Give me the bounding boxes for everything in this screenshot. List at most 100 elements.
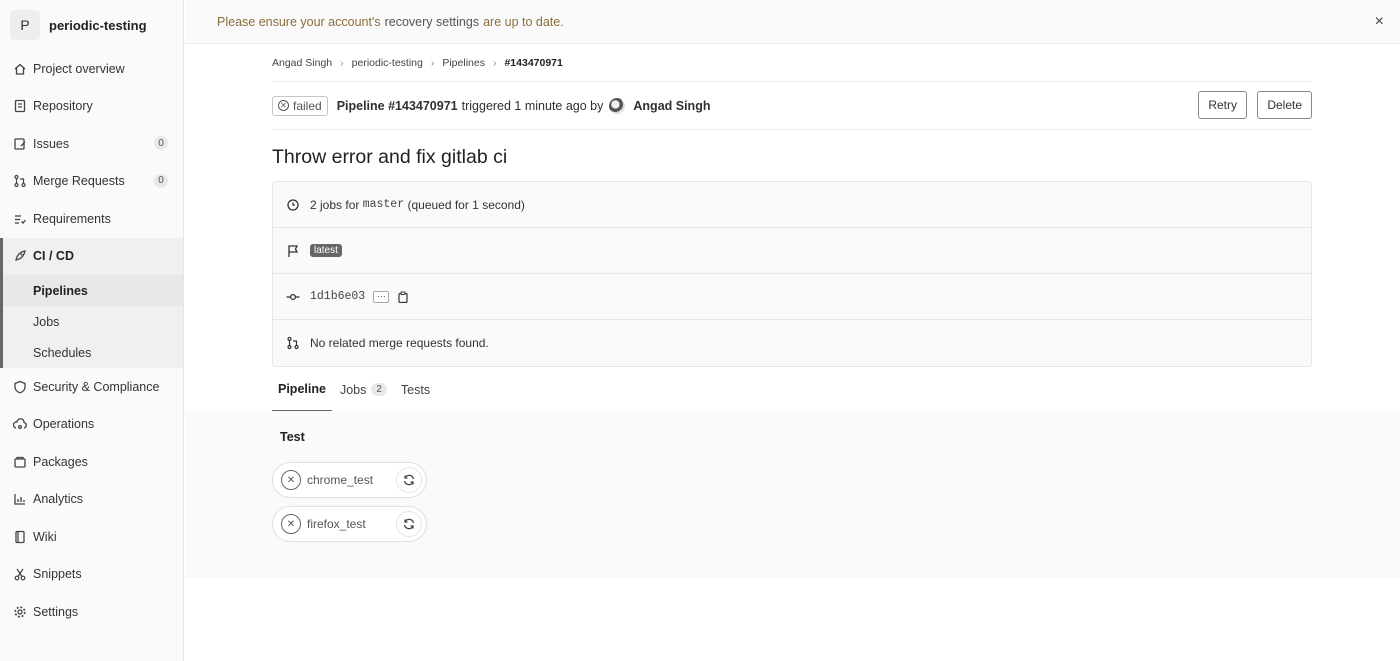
sidebar-item-label: Snippets (33, 567, 82, 582)
retry-button[interactable]: Retry (1198, 91, 1247, 119)
tab-tests[interactable]: Tests (395, 367, 436, 412)
jobs-info-row: 2 jobs for master (queued for 1 second) (273, 182, 1311, 228)
cicd-submenu: Pipelines Jobs Schedules (0, 275, 183, 368)
status-badge[interactable]: ✕ failed (272, 95, 328, 116)
sidebar-item-merge-requests[interactable]: Merge Requests 0 (0, 163, 183, 201)
commit-sha[interactable]: 1d1b6e03 (310, 290, 365, 303)
sidebar-item-label: Analytics (33, 492, 84, 507)
breadcrumb: Angad Singh › periodic-testing › Pipelin… (272, 44, 1312, 82)
tab-pipeline[interactable]: Pipeline (272, 367, 332, 412)
book-icon (13, 99, 27, 113)
failed-status-icon: ✕ (278, 100, 289, 111)
no-merge-requests-text: No related merge requests found. (310, 336, 489, 350)
sidebar-item-snippets[interactable]: Snippets (0, 556, 183, 594)
sidebar-item-label: Settings (33, 604, 79, 619)
job-chrome-test[interactable]: ✕ chrome_test (272, 462, 427, 498)
pipeline-info-box: 2 jobs for master (queued for 1 second) … (272, 181, 1312, 367)
sidebar-item-label: Wiki (33, 529, 57, 544)
stage-title: Test (280, 430, 305, 444)
home-icon (13, 62, 27, 76)
breadcrumb-user[interactable]: Angad Singh (272, 57, 332, 69)
sidebar-item-project-overview[interactable]: Project overview (0, 50, 183, 88)
tag-info-row: latest (273, 228, 1311, 274)
sidebar-item-analytics[interactable]: Analytics (0, 481, 183, 519)
alert-text-1: Please ensure your account's (217, 14, 381, 29)
sidebar-item-repository[interactable]: Repository (0, 88, 183, 126)
status-label: failed (293, 98, 322, 113)
issues-count-badge: 0 (154, 136, 168, 150)
sidebar-item-cicd[interactable]: CI / CD (0, 237, 183, 275)
merge-requests-row: No related merge requests found. (273, 320, 1311, 366)
sidebar-nav-lower: Security & Compliance Operations Package… (0, 368, 183, 631)
merge-request-icon (13, 174, 27, 188)
pipeline-header: ✕ failed Pipeline #143470971 triggered 1… (272, 82, 1312, 130)
flag-icon (286, 244, 300, 258)
recovery-settings-alert: Please ensure your account's recovery se… (185, 0, 1400, 44)
sidebar-item-label: Issues (33, 136, 70, 151)
sidebar-item-label: Repository (33, 99, 93, 114)
close-icon[interactable]: × (1375, 13, 1384, 31)
sidebar-item-packages[interactable]: Packages (0, 443, 183, 481)
issues-icon (13, 137, 27, 151)
cloud-gear-icon (13, 417, 27, 431)
clipboard-icon[interactable] (397, 291, 409, 303)
sidebar: P periodic-testing Project overview Repo… (0, 0, 184, 661)
pipeline-user[interactable]: Angad Singh (633, 99, 710, 113)
branch-name[interactable]: master (363, 198, 404, 211)
breadcrumb-project[interactable]: periodic-testing (352, 57, 423, 69)
latest-tag: latest (310, 244, 342, 257)
avatar[interactable] (609, 97, 626, 114)
pipeline-tabs: Pipeline Jobs 2 Tests (272, 367, 1312, 413)
tab-label: Jobs (339, 382, 367, 397)
chevron-right-icon: › (492, 56, 497, 69)
sidebar-item-label: Packages (33, 454, 88, 469)
sidebar-subitem-pipelines[interactable]: Pipelines (3, 275, 183, 306)
pipeline-id: Pipeline #143470971 (336, 98, 458, 113)
sidebar-item-settings[interactable]: Settings (0, 593, 183, 631)
merge-request-icon (286, 336, 300, 350)
pipeline-triggered-text: triggered 1 minute ago by (461, 98, 604, 113)
breadcrumb-current[interactable]: #143470971 (504, 57, 562, 69)
failed-status-icon: ✕ (281, 514, 301, 534)
sidebar-subitem-schedules[interactable]: Schedules (3, 337, 183, 368)
job-name: chrome_test (307, 473, 374, 487)
scissors-icon (13, 567, 27, 581)
job-name: firefox_test (307, 517, 366, 531)
sidebar-nav: Project overview Repository Issues 0 Mer… (0, 50, 183, 275)
project-avatar: P (10, 10, 40, 40)
jobs-count-badge: 2 (371, 383, 387, 396)
sidebar-item-label: Project overview (33, 61, 125, 76)
sidebar-item-label: Operations (33, 417, 95, 432)
chart-icon (13, 492, 27, 506)
retry-icon[interactable] (396, 511, 422, 537)
sidebar-item-label: CI / CD (33, 249, 74, 264)
tab-label: Tests (400, 382, 431, 397)
sidebar-item-security-compliance[interactable]: Security & Compliance (0, 368, 183, 406)
jobs-suffix: (queued for 1 second) (407, 197, 525, 212)
project-name[interactable]: periodic-testing (49, 18, 147, 33)
main-content: Angad Singh › periodic-testing › Pipelin… (272, 44, 1312, 413)
failed-status-icon: ✕ (281, 470, 301, 490)
sidebar-item-label: Requirements (33, 211, 111, 226)
delete-button[interactable]: Delete (1257, 91, 1312, 119)
page-title: Throw error and fix gitlab ci (272, 146, 508, 168)
sidebar-item-operations[interactable]: Operations (0, 406, 183, 444)
sidebar-item-wiki[interactable]: Wiki (0, 518, 183, 556)
sidebar-item-issues[interactable]: Issues 0 (0, 125, 183, 163)
shield-icon (13, 380, 27, 394)
commit-message-toggle[interactable]: ··· (373, 290, 390, 303)
project-header[interactable]: P periodic-testing (0, 0, 183, 50)
sidebar-item-requirements[interactable]: Requirements (0, 200, 183, 238)
commit-info-row: 1d1b6e03 ··· (273, 274, 1311, 320)
sidebar-item-label: Security & Compliance (33, 379, 160, 394)
chevron-right-icon: › (340, 56, 344, 69)
commit-icon (286, 290, 300, 304)
job-firefox-test[interactable]: ✕ firefox_test (272, 506, 427, 542)
sidebar-item-label: Merge Requests (33, 174, 125, 189)
sidebar-subitem-jobs[interactable]: Jobs (3, 306, 183, 337)
tab-jobs[interactable]: Jobs 2 (334, 367, 393, 412)
recovery-settings-link[interactable]: recovery settings (385, 15, 479, 29)
breadcrumb-pipelines[interactable]: Pipelines (442, 57, 485, 69)
book-closed-icon (13, 530, 27, 544)
retry-icon[interactable] (396, 467, 422, 493)
